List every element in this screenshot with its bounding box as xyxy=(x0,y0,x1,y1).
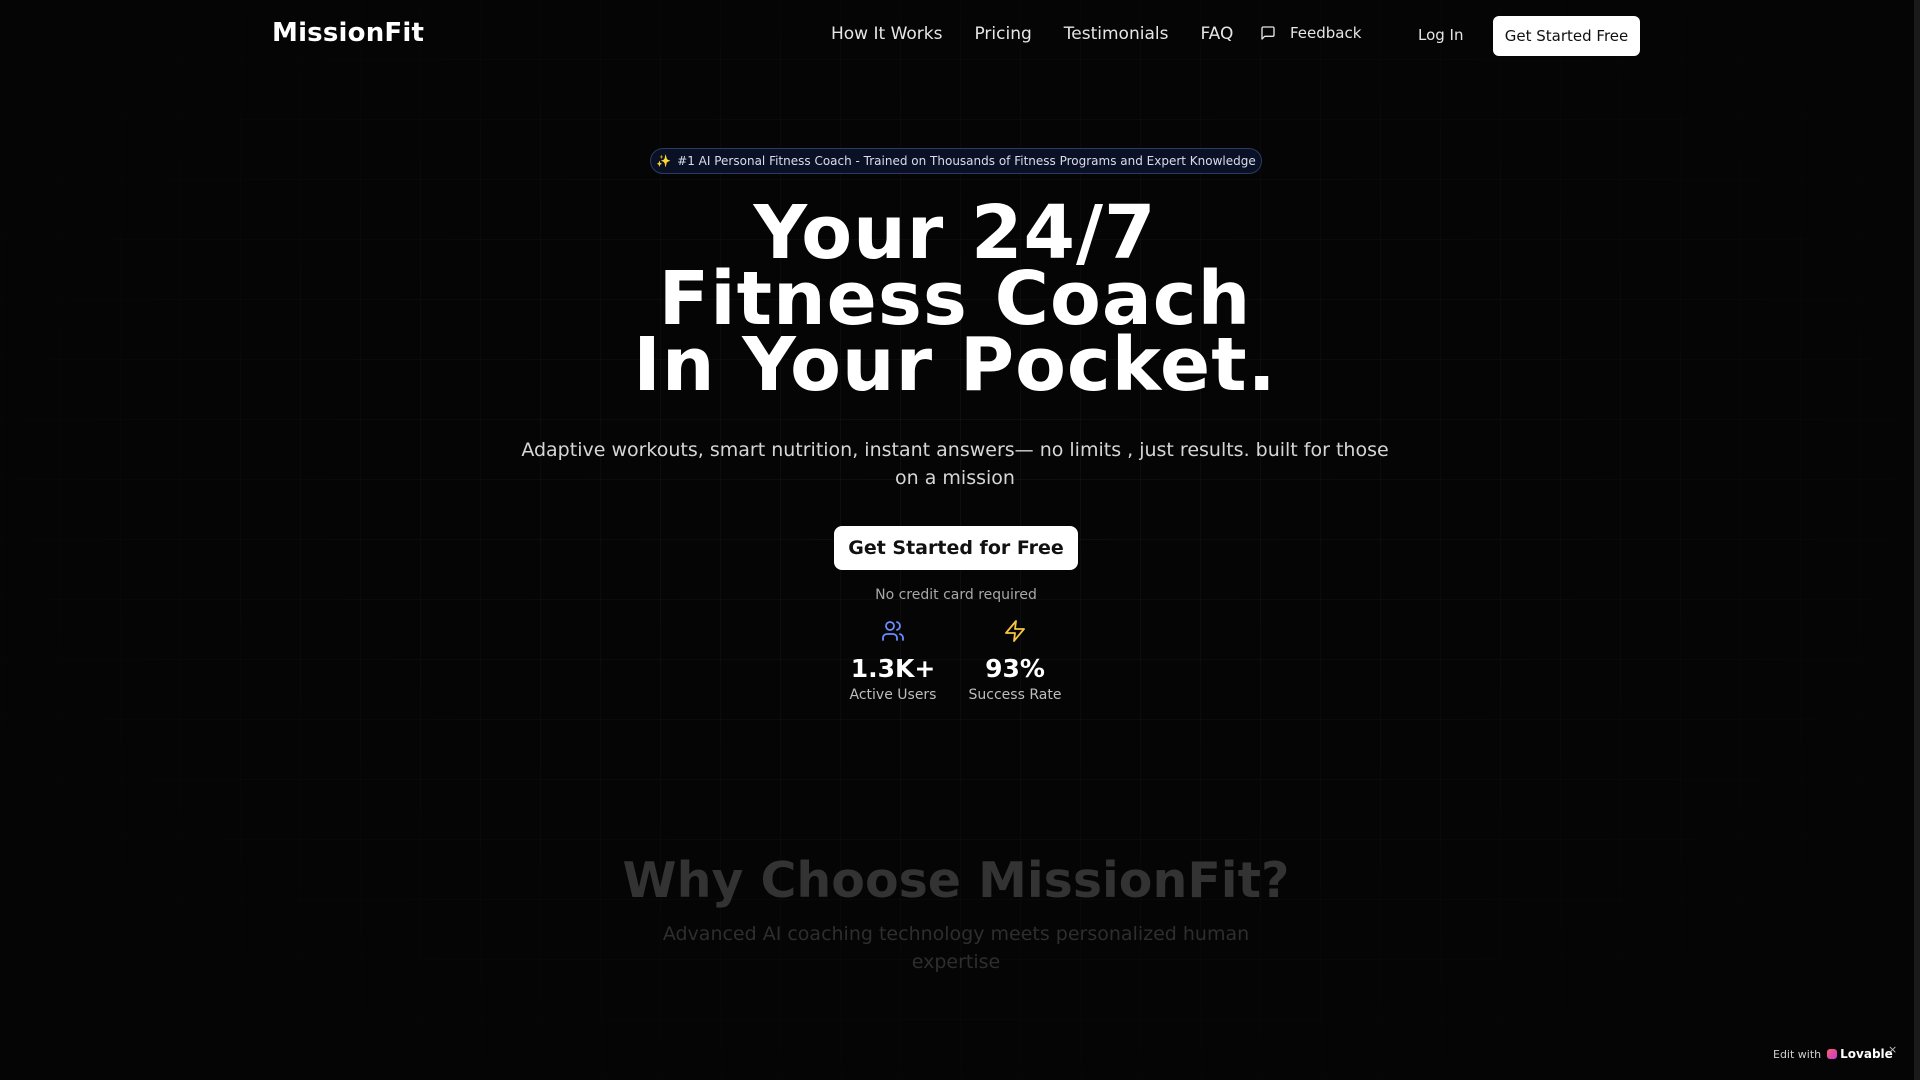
hero-subtitle: Adaptive workouts, smart nutrition, inst… xyxy=(521,439,1389,489)
get-started-for-free-button[interactable]: Get Started for Free xyxy=(834,526,1078,570)
stat-active-users: 1.3K+ Active Users xyxy=(833,620,953,703)
landing-page: MissionFit How It Works Pricing Testimon… xyxy=(0,0,1920,1080)
nav-links: How It Works Pricing Testimonials FAQ xyxy=(831,24,1233,44)
site-logo[interactable]: MissionFit xyxy=(272,18,424,48)
lovable-prefix: Edit with xyxy=(1773,1047,1822,1061)
sparkles-icon: ✨ xyxy=(656,154,672,168)
stat-value: 93% xyxy=(985,654,1045,683)
get-started-free-button[interactable]: Get Started Free xyxy=(1493,16,1640,56)
edit-with-lovable-badge[interactable]: Edit with Lovable xyxy=(1773,1047,1893,1061)
stat-label: Active Users xyxy=(849,687,937,703)
lovable-logo-icon xyxy=(1827,1049,1838,1059)
close-icon[interactable]: × xyxy=(1888,1043,1897,1056)
hero-stats: 1.3K+ Active Users 93% Success Rate xyxy=(820,620,1092,710)
nav-link-faq[interactable]: FAQ xyxy=(1200,24,1233,44)
lightning-icon xyxy=(1003,619,1027,647)
nav-link-pricing[interactable]: Pricing xyxy=(974,24,1031,44)
no-credit-card-note: No credit card required xyxy=(875,587,1037,603)
nav-link-how-it-works[interactable]: How It Works xyxy=(831,24,942,44)
stat-label: Success Rate xyxy=(968,687,1062,703)
users-icon xyxy=(881,619,905,647)
hero-headline: Your 24/7 Fitness Coach In Your Pocket. xyxy=(460,196,1450,408)
login-button[interactable]: Log In xyxy=(1418,26,1464,44)
stat-success-rate: 93% Success Rate xyxy=(955,620,1075,703)
feedback-label: Feedback xyxy=(1290,24,1362,42)
scrollbar[interactable] xyxy=(1914,0,1920,1080)
feedback-button[interactable]: Feedback xyxy=(1260,24,1361,42)
why-section-subtitle: Advanced AI coaching technology meets pe… xyxy=(662,923,1250,973)
stat-value: 1.3K+ xyxy=(850,654,936,683)
message-square-icon xyxy=(1260,25,1276,41)
headline-line-3: In Your Pocket. xyxy=(633,322,1277,408)
top-navigation: MissionFit How It Works Pricing Testimon… xyxy=(0,0,1914,72)
why-section-title: Why Choose MissionFit? xyxy=(622,852,1290,909)
hero-badge: ✨ #1 AI Personal Fitness Coach - Trained… xyxy=(650,148,1262,174)
hero-badge-text: #1 AI Personal Fitness Coach - Trained o… xyxy=(677,154,1256,168)
nav-link-testimonials[interactable]: Testimonials xyxy=(1064,24,1169,44)
lovable-brand: Lovable xyxy=(1840,1047,1893,1061)
